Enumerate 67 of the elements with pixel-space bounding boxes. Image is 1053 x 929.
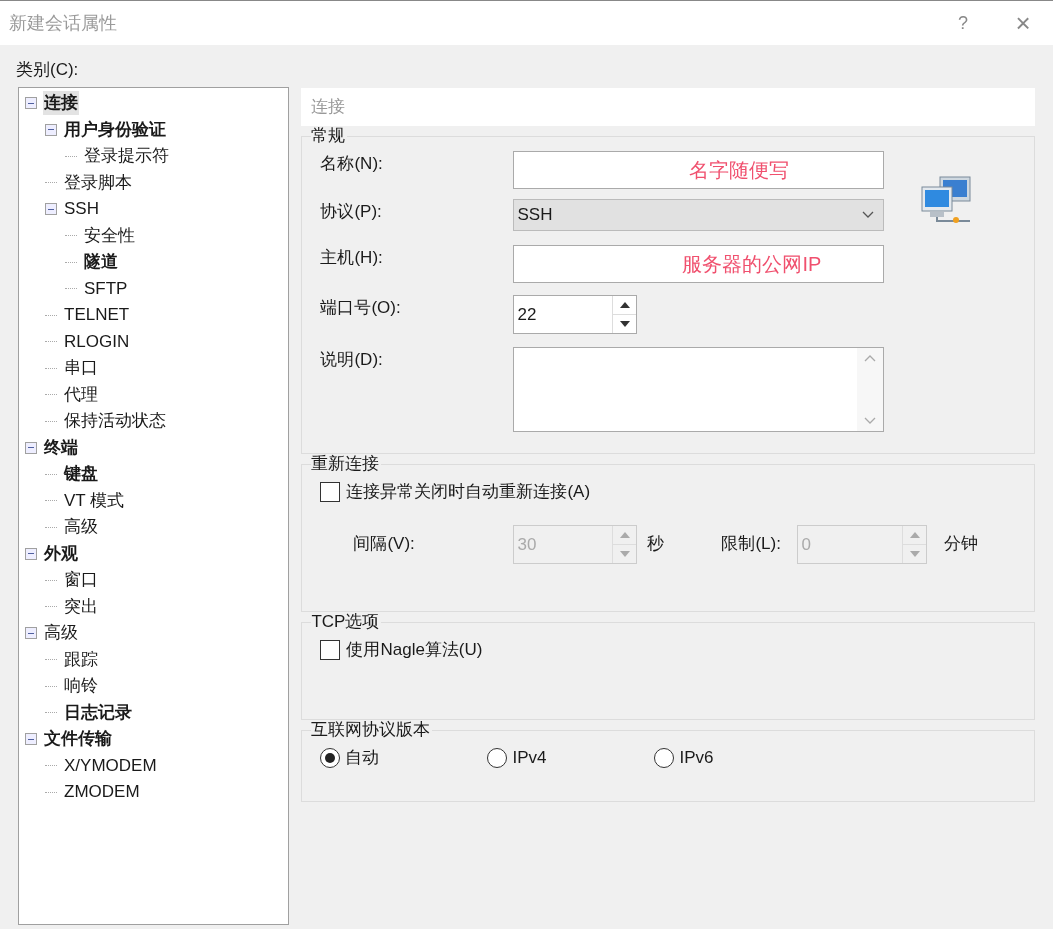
radio-label: 自动	[345, 747, 380, 769]
field-label: 协议(P):	[320, 201, 383, 223]
group-title: 重新连接	[311, 454, 382, 474]
radio-button[interactable]	[320, 747, 341, 768]
tree-item[interactable]: 串口	[63, 356, 99, 381]
collapse-icon[interactable]	[25, 627, 37, 640]
tree-item[interactable]: RLOGIN	[63, 329, 131, 354]
protocol-dropdown[interactable]: SSH	[513, 199, 885, 231]
tree-item[interactable]: 外观	[43, 541, 79, 566]
collapse-icon[interactable]	[25, 547, 37, 560]
collapse-icon[interactable]	[45, 203, 57, 216]
tree-item[interactable]: 响铃	[63, 674, 99, 699]
collapse-icon[interactable]	[25, 441, 37, 454]
tree-item[interactable]: 跟踪	[63, 647, 99, 672]
tree-item[interactable]: 用户身份验证	[63, 117, 167, 142]
unit-label: 分钟	[944, 533, 979, 556]
tree-item[interactable]: 日志记录	[63, 700, 133, 725]
field-label: 端口号(O):	[320, 297, 402, 319]
checkbox-label: 连接异常关闭时自动重新连接(A)	[346, 481, 591, 503]
category-label: 类别(C):	[16, 59, 80, 81]
group-title: 互联网协议版本	[311, 720, 433, 740]
tree-item[interactable]: 键盘	[63, 462, 99, 487]
field-label: 主机(H):	[320, 247, 384, 269]
tree-item[interactable]: ZMODEM	[63, 780, 141, 805]
tree-item[interactable]: 突出	[63, 594, 99, 619]
tree-item[interactable]: 保持活动状态	[63, 409, 167, 434]
tree-item[interactable]: 隧道	[83, 250, 119, 275]
category-tree[interactable]: 连接 用户身份验证 登录提示符 登录脚本 SSH 安全性 隧道 SFTP TELNET RLOGIN 串口 代理 保持活动状态 终端 键盘 VT 模式 高级 外观 窗口 突出 高级 跟踪 响铃 日志记录 文件传输 X/YMODEM ZMODEM	[18, 87, 290, 925]
field-label: 名称(N):	[320, 153, 384, 175]
tree-item[interactable]: 安全性	[83, 223, 136, 248]
tree-item[interactable]: SFTP	[83, 276, 129, 301]
unit-label: 秒	[647, 533, 666, 556]
tree-item[interactable]: TELNET	[63, 303, 131, 328]
chevron-down-icon	[862, 211, 875, 219]
checkbox[interactable]	[320, 481, 341, 502]
checkbox-label: 使用Nagle算法(U)	[346, 639, 483, 661]
collapse-icon[interactable]	[25, 97, 37, 110]
radio-button[interactable]	[654, 747, 675, 768]
field-label: 说明(D):	[320, 349, 384, 371]
collapse-icon[interactable]	[45, 123, 57, 136]
tree-item[interactable]: 连接	[43, 91, 79, 116]
radio-label: IPv4	[512, 747, 547, 769]
group-title: 常规	[311, 126, 348, 146]
tree-item[interactable]: 文件传输	[43, 727, 113, 752]
checkbox[interactable]	[320, 639, 341, 660]
close-button[interactable]: ×	[1003, 3, 1043, 43]
tree-item[interactable]: 高级	[43, 621, 79, 646]
group-title: TCP选项	[311, 612, 382, 632]
collapse-icon[interactable]	[25, 733, 37, 746]
field-label: 间隔(V):	[353, 533, 416, 556]
tree-item[interactable]: SSH	[63, 197, 100, 222]
spin-box[interactable]: 22	[513, 295, 638, 334]
tree-item[interactable]: 登录提示符	[83, 144, 170, 169]
radio-label: IPv6	[679, 747, 714, 769]
field-label: 限制(L):	[721, 533, 782, 556]
tree-item[interactable]: 高级	[63, 515, 99, 540]
tree-item[interactable]: VT 模式	[63, 488, 126, 513]
panel-title: 连接	[311, 96, 346, 119]
window-title: 新建会话属性	[9, 11, 117, 35]
tree-item[interactable]: 终端	[43, 435, 79, 460]
tree-item[interactable]: 登录脚本	[63, 170, 133, 195]
tree-item[interactable]: X/YMODEM	[63, 753, 158, 778]
description-field[interactable]	[513, 347, 885, 432]
help-button[interactable]: ?	[943, 3, 983, 43]
tree-item[interactable]: 窗口	[63, 568, 99, 593]
tree-item[interactable]: 代理	[63, 382, 99, 407]
radio-button[interactable]	[487, 747, 508, 768]
